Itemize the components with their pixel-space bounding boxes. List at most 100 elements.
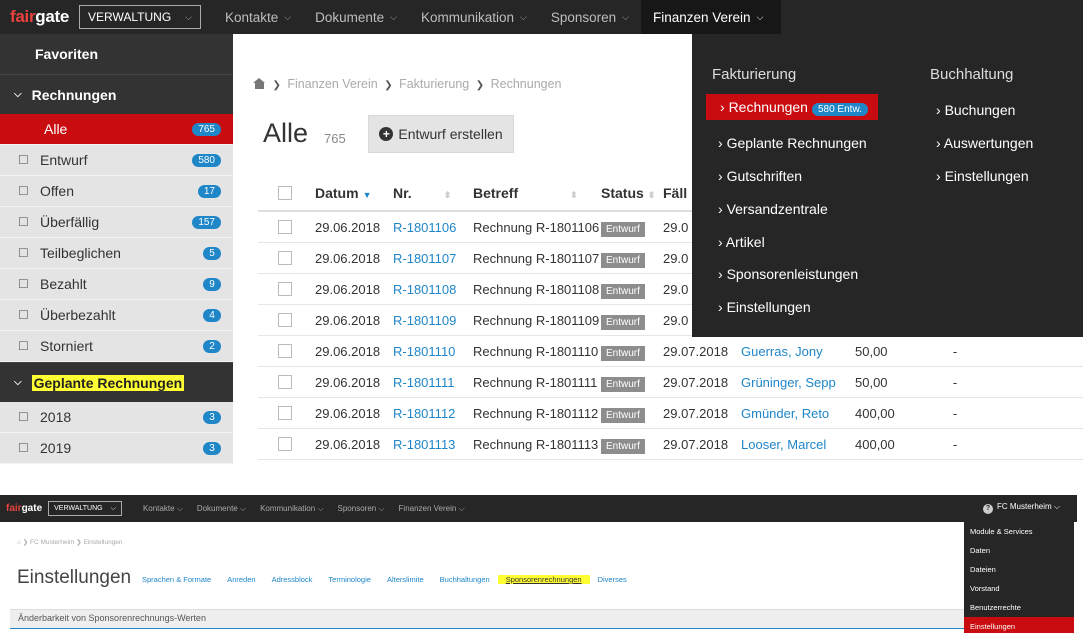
row-checkbox[interactable]: [278, 251, 292, 265]
tab-alterslimite[interactable]: Alterslimite: [379, 575, 432, 584]
sidebar-item-ueberfaellig[interactable]: ☐ Überfällig 157: [0, 207, 233, 238]
menu-item-rechnungen[interactable]: › Rechnungen 580 Entw.: [706, 94, 878, 120]
tab-terminologie[interactable]: Terminologie: [320, 575, 379, 584]
fairgate-logo[interactable]: fairgate: [10, 7, 69, 27]
tab-adressblock[interactable]: Adressblock: [264, 575, 321, 584]
sidebar-section-rechnungen[interactable]: ⌵ Rechnungen: [0, 74, 233, 114]
home-icon[interactable]: ⌂: [17, 539, 21, 546]
col-nr[interactable]: Nr. ⬍: [393, 185, 473, 201]
menu-item-buchungen[interactable]: › Buchungen: [936, 102, 1015, 118]
col-status[interactable]: Status ⬍: [601, 185, 663, 201]
menu-item-sponsorenleistungen[interactable]: › Sponsorenleistungen: [718, 266, 858, 282]
breadcrumb-item[interactable]: FC Musterheim: [30, 539, 74, 546]
sidebar-item-entwurf[interactable]: ☐ Entwurf 580: [0, 145, 233, 176]
menu-item-einstellungen-fakturierung[interactable]: › Einstellungen: [718, 299, 811, 315]
tab-sprachen-formate[interactable]: Sprachen & Formate: [134, 575, 219, 584]
sidebar-item-2019[interactable]: ☐ 2019 3: [0, 433, 233, 464]
col-betreff[interactable]: Betreff ⬍: [473, 185, 601, 201]
nav-sponsoren[interactable]: Sponsoren ⌵: [331, 504, 392, 514]
table-row[interactable]: 29.06.2018 R-1801111 Rechnung R-1801111 Ent…: [258, 367, 1083, 398]
invoice-number-link[interactable]: R-1801107: [393, 251, 473, 266]
sidebar-favorites[interactable]: Favoriten: [0, 34, 233, 74]
menu-item-daten[interactable]: Daten: [964, 541, 1074, 560]
sidebar-item-offen[interactable]: ☐ Offen 17: [0, 176, 233, 207]
sidebar-item-teilbeglichen[interactable]: ☐ Teilbeglichen 5: [0, 238, 233, 269]
nav-finanzen-verein[interactable]: Finanzen Verein ⌵: [641, 0, 781, 34]
table-row[interactable]: 29.06.2018 R-1801110 Rechnung R-1801110 Ent…: [258, 336, 1083, 367]
menu-item-benutzerrechte[interactable]: Benutzerrechte: [964, 598, 1074, 617]
menu-item-dateien[interactable]: Dateien: [964, 560, 1074, 579]
bookmark-icon[interactable]: ☐: [18, 410, 30, 424]
bookmark-icon[interactable]: ☐: [18, 215, 30, 229]
sidebar-item-ueberbezahlt[interactable]: ☐ Überbezahlt 4: [0, 300, 233, 331]
row-checkbox[interactable]: [278, 375, 292, 389]
menu-item-einstellungen[interactable]: Einstellungen: [964, 617, 1074, 633]
sidebar-section-geplante-rechnungen[interactable]: ⌵ Geplante Rechnungen: [0, 362, 233, 402]
row-checkbox[interactable]: [278, 220, 292, 234]
home-icon[interactable]: [253, 78, 266, 89]
menu-item-geplante-rechnungen[interactable]: › Geplante Rechnungen: [718, 135, 867, 151]
bookmark-icon[interactable]: ☐: [18, 246, 30, 260]
cell-status: Entwurf: [601, 251, 663, 268]
menu-item-gutschriften[interactable]: › Gutschriften: [718, 168, 802, 184]
row-checkbox[interactable]: [278, 406, 292, 420]
tab-diverses[interactable]: Diverses: [590, 575, 635, 584]
table-row[interactable]: 29.06.2018 R-1801112 Rechnung R-1801112 Ent…: [258, 398, 1083, 429]
bookmark-icon[interactable]: ☐: [18, 184, 30, 198]
menu-item-versandzentrale[interactable]: › Versandzentrale: [718, 201, 828, 217]
sidebar-item-alle[interactable]: Alle 765: [0, 114, 233, 145]
contact-link[interactable]: Gmünder, Reto: [741, 406, 855, 421]
contact-link[interactable]: Guerras, Jony: [741, 344, 855, 359]
row-checkbox[interactable]: [278, 313, 292, 327]
nav-kontakte[interactable]: Kontakte ⌵: [136, 504, 190, 514]
module-select[interactable]: VERWALTUNG ⌵: [79, 5, 201, 29]
invoice-number-link[interactable]: R-1801112: [393, 406, 473, 421]
breadcrumb-item[interactable]: Fakturierung: [399, 77, 469, 91]
invoice-number-link[interactable]: R-1801108: [393, 282, 473, 297]
create-draft-button[interactable]: + Entwurf erstellen: [368, 115, 514, 153]
contact-link[interactable]: Looser, Marcel: [741, 437, 855, 452]
menu-item-module-services[interactable]: Module & Services: [964, 522, 1074, 541]
result-count: 765: [324, 131, 346, 146]
sidebar-item-storniert[interactable]: ☐ Storniert 2: [0, 331, 233, 362]
module-select[interactable]: VERWALTUNG ⌵: [48, 501, 122, 516]
nav-dokumente[interactable]: Dokumente ⌵: [303, 0, 409, 34]
invoice-number-link[interactable]: R-1801109: [393, 313, 473, 328]
nav-dokumente[interactable]: Dokumente ⌵: [190, 504, 253, 514]
tab-sponsorenrechnungen[interactable]: Sponsorenrechnungen: [497, 575, 590, 584]
nav-kommunikation[interactable]: Kommunikation ⌵: [253, 504, 330, 514]
invoice-number-link[interactable]: R-1801111: [393, 375, 473, 390]
bookmark-icon[interactable]: ☐: [18, 441, 30, 455]
select-all-checkbox[interactable]: [278, 185, 292, 200]
nav-kontakte[interactable]: Kontakte ⌵: [213, 0, 303, 34]
breadcrumb-item[interactable]: Finanzen Verein: [287, 77, 377, 91]
bookmark-icon[interactable]: ☐: [18, 277, 30, 291]
bookmark-icon[interactable]: ☐: [18, 308, 30, 322]
invoice-number-link[interactable]: R-1801110: [393, 344, 473, 359]
nav-kommunikation[interactable]: Kommunikation ⌵: [409, 0, 539, 34]
tab-buchhaltungen[interactable]: Buchhaltungen: [432, 575, 498, 584]
invoice-number-link[interactable]: R-1801113: [393, 437, 473, 452]
fairgate-logo[interactable]: fairgate: [6, 503, 42, 514]
row-checkbox[interactable]: [278, 344, 292, 358]
menu-item-vorstand[interactable]: Vorstand: [964, 579, 1074, 598]
contact-link[interactable]: Grüninger, Sepp: [741, 375, 855, 390]
menu-item-einstellungen-buchhaltung[interactable]: › Einstellungen: [936, 168, 1029, 184]
bookmark-icon[interactable]: ☐: [18, 153, 30, 167]
tab-anreden[interactable]: Anreden: [219, 575, 263, 584]
nav-sponsoren[interactable]: Sponsoren ⌵: [539, 0, 641, 34]
club-menu[interactable]: FC Musterheim ⌵: [997, 502, 1060, 512]
sidebar-item-bezahlt[interactable]: ☐ Bezahlt 9: [0, 269, 233, 300]
row-checkbox[interactable]: [278, 437, 292, 451]
row-checkbox[interactable]: [278, 282, 292, 296]
menu-item-artikel[interactable]: › Artikel: [718, 234, 765, 250]
bookmark-icon[interactable]: ☐: [18, 339, 30, 353]
help-icon[interactable]: ?: [983, 504, 993, 514]
table-row[interactable]: 29.06.2018 R-1801113 Rechnung R-1801113 Ent…: [258, 429, 1083, 460]
menu-item-auswertungen[interactable]: › Auswertungen: [936, 135, 1033, 151]
col-datum[interactable]: Datum ▼: [315, 185, 393, 201]
sidebar-item-2018[interactable]: ☐ 2018 3: [0, 402, 233, 433]
invoice-number-link[interactable]: R-1801106: [393, 220, 473, 235]
count-badge: 9: [203, 277, 221, 291]
nav-finanzen-verein[interactable]: Finanzen Verein ⌵: [392, 504, 472, 514]
